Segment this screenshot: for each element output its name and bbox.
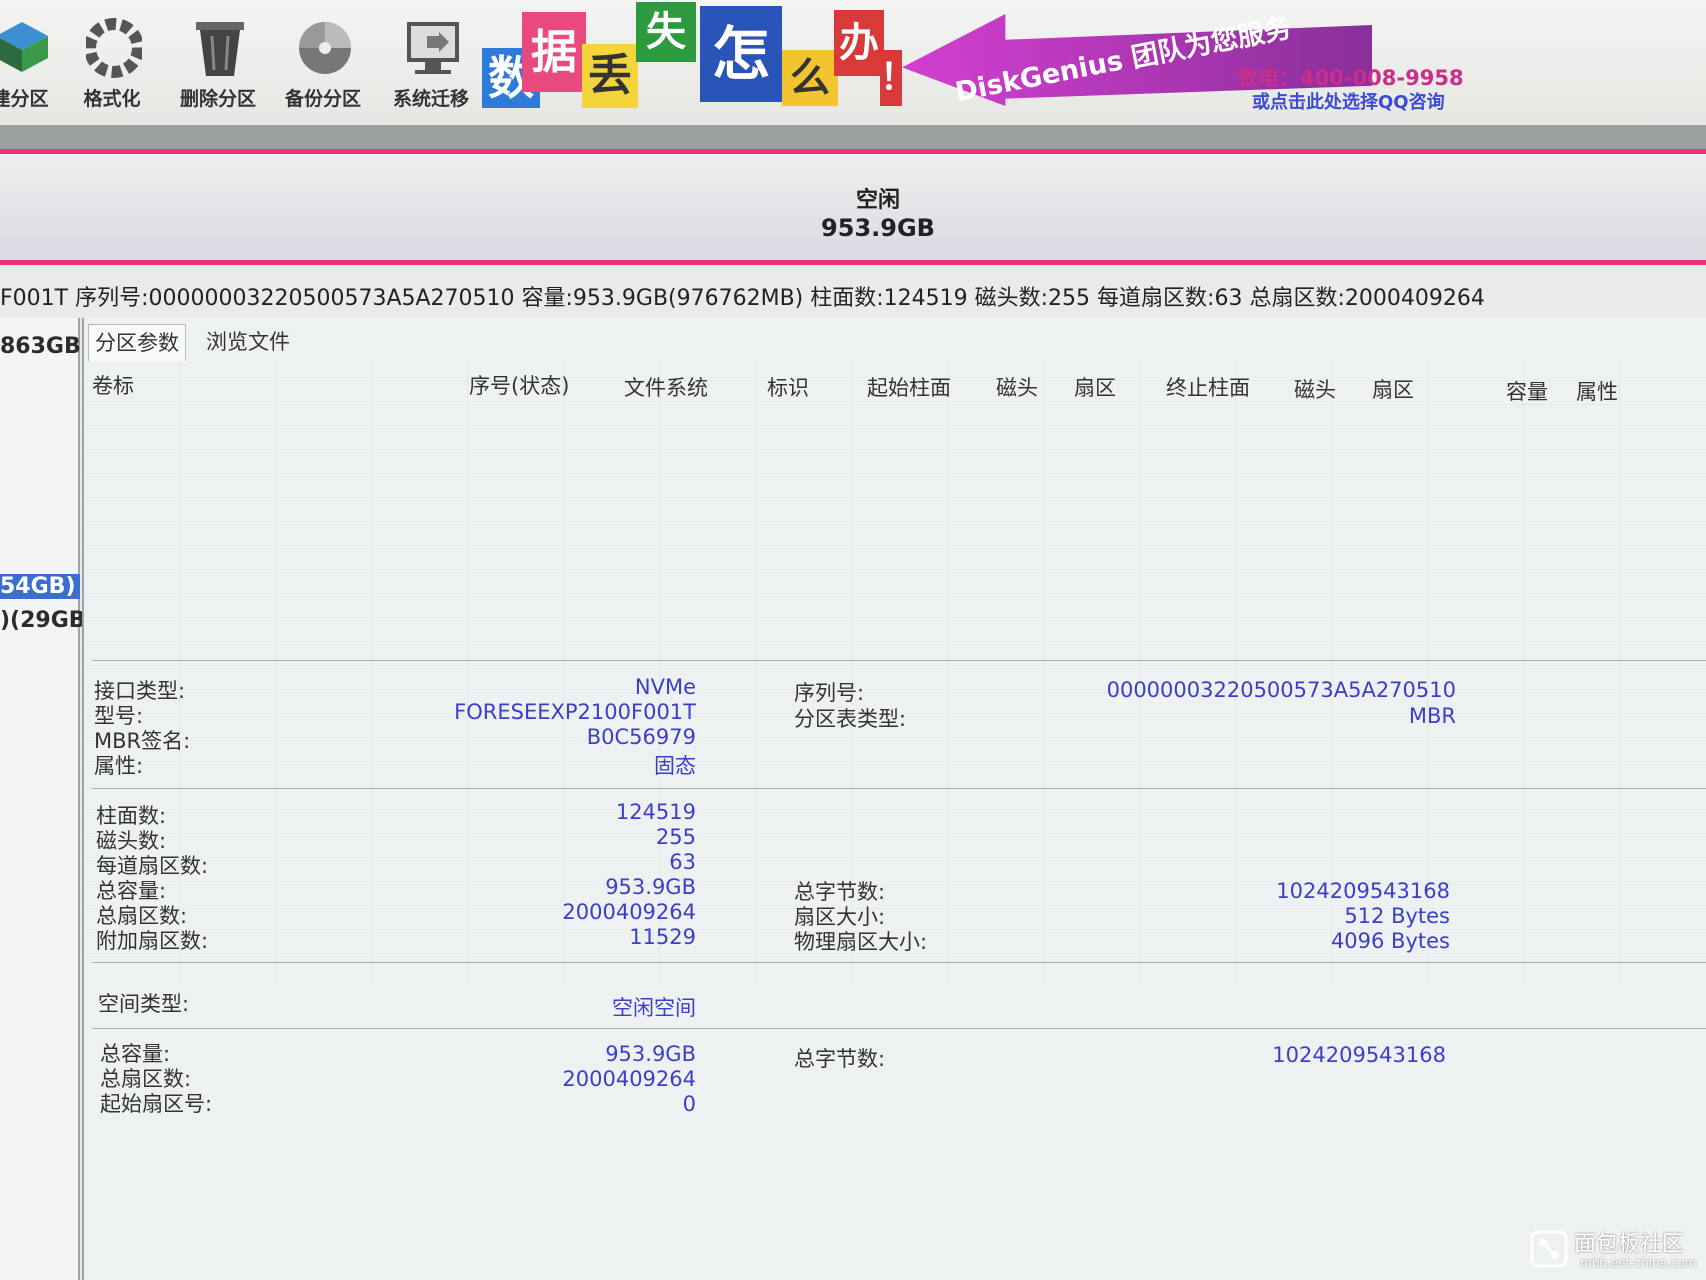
tree-item-partition[interactable]: )(29GB [0,608,86,633]
banner-tile: 失 [636,2,696,62]
new-partition-button[interactable]: 建分区 [0,12,68,112]
cylinders-value: 124519 [615,800,696,824]
column-header[interactable]: 标识 [767,372,809,402]
toolbar-divider [0,125,1706,149]
section-divider [92,660,1706,661]
free-space-size: 953.9GB [821,214,935,242]
tree-item-disk[interactable]: 863GB [0,334,81,359]
column-header[interactable]: 卷标 [92,370,134,400]
system-migration-label: 系统迁移 [392,88,469,110]
disk-info-line: F001T 序列号:00000003220500573A5A270510 容量:… [0,286,1485,311]
delete-partition-icon [196,22,244,76]
total-sectors-value: 2000409264 [562,900,696,924]
attribute-label: 属性: [94,754,144,778]
delete-partition-label: 删除分区 [179,88,256,110]
heads-value: 255 [655,825,696,849]
sectors-per-track-value: 63 [669,850,696,874]
column-header[interactable]: 扇区 [1372,374,1414,404]
tab-partition-params[interactable]: 分区参数 [88,324,186,361]
space-bytes-value: 1024209543168 [1272,1043,1446,1067]
banner-tile: ！ [880,50,916,106]
promo-banner[interactable]: 数 据 丢 失 怎 么 办 ！ DiskGenius 团队为您服务 致电：400… [482,0,1464,120]
banner-tile: 怎 [700,6,782,102]
format-button[interactable]: 格式化 [64,12,160,112]
disk-tree-panel[interactable]: 863GB 54GB) )(29GB [0,318,86,1280]
space-bytes-label: 总字节数: [794,1047,886,1071]
column-header[interactable]: 磁头 [1294,374,1336,404]
section-divider [92,1028,1706,1029]
main-panel: 分区参数 浏览文件 卷标 序号(状态) 文件系统 标识 起始柱面 磁头 扇区 终… [82,318,1706,1280]
section-divider [92,788,1706,789]
column-header[interactable]: 文件系统 [624,372,708,402]
partition-table-type-label: 分区表类型: [794,707,907,731]
section-divider [92,962,1706,963]
partition-table[interactable]: 卷标 序号(状态) 文件系统 标识 起始柱面 磁头 扇区 终止柱面 磁头 扇区 … [84,360,1706,980]
column-header[interactable]: 容量 [1506,376,1548,406]
space-capacity-value: 953.9GB [605,1042,696,1066]
column-header[interactable]: 终止柱面 [1166,372,1250,402]
tree-item-selected[interactable]: 54GB) [0,574,80,599]
total-bytes-value: 1024209543168 [1276,879,1450,903]
banner-tile: 据 [522,12,586,92]
extra-sectors-label: 附加扇区数: [96,929,209,953]
banner-tile: 丢 [582,44,638,108]
format-label: 格式化 [83,88,141,110]
banner-qq-link[interactable]: 或点击此处选择QQ咨询 [1252,88,1445,114]
watermark-url: mbb.eet-china.com [1580,1256,1697,1270]
format-icon [86,18,142,78]
serial-value: 00000003220500573A5A270510 [1106,678,1456,702]
banner-tile: 办 [834,10,884,76]
disk-partition-map[interactable]: 空闲 953.9GB [0,149,1706,265]
delete-partition-button[interactable]: 删除分区 [170,12,266,112]
partition-table-type-value: MBR [1408,704,1456,728]
free-space-label: 空闲 [855,188,900,213]
interface-value: NVMe [634,675,696,699]
column-header[interactable]: 起始柱面 [867,372,951,402]
column-header[interactable]: 磁头 [996,372,1038,402]
physical-sector-size-value: 4096 Bytes [1330,929,1450,953]
sector-size-value: 512 Bytes [1344,904,1450,928]
backup-partition-label: 备份分区 [284,88,361,110]
column-header[interactable]: 属性 [1576,376,1618,406]
backup-partition-button[interactable]: 备份分区 [275,12,371,112]
mbr-signature-value: B0C56979 [586,725,696,749]
site-watermark: 面包板社区 mbb.eet-china.com [1530,1226,1700,1276]
space-type-label: 空间类型: [98,992,190,1016]
tab-browse-files[interactable]: 浏览文件 [200,324,296,360]
model-value: FORESEEXP2100F001T [454,700,696,724]
new-partition-label: 建分区 [0,88,49,110]
space-sectors-value: 2000409264 [562,1067,696,1091]
new-partition-icon [0,22,48,72]
space-type-value: 空闲空间 [612,996,696,1020]
backup-partition-icon [299,22,351,74]
column-header[interactable]: 扇区 [1074,372,1116,402]
extra-sectors-value: 11529 [629,925,696,949]
system-migration-icon [407,22,459,74]
banner-tile: 么 [782,50,838,106]
column-header[interactable]: 序号(状态) [469,370,569,400]
start-sector-value: 0 [682,1092,696,1116]
physical-sector-size-label: 物理扇区大小: [794,930,928,954]
toolbar: 建分区 格式化 删除分区 备份分区 系统迁移 数 据 丢 失 怎 么 办 ！ D… [0,0,1706,125]
total-capacity-value: 953.9GB [605,875,696,899]
attribute-value: 固态 [654,754,696,778]
watermark-text: 面包板社区 [1574,1232,1685,1257]
start-sector-label: 起始扇区号: [100,1092,213,1116]
system-migration-button[interactable]: 系统迁移 [383,12,479,112]
watermark-logo-icon [1530,1230,1568,1268]
